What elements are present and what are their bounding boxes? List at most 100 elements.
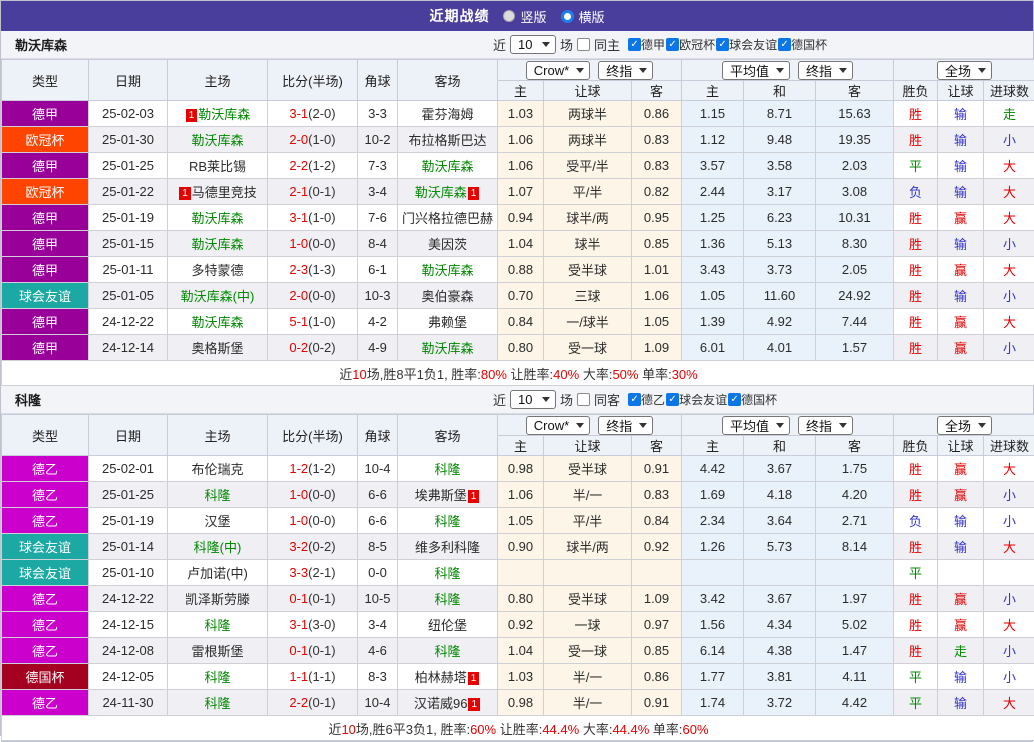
summary-text-segment: 10 (352, 367, 366, 382)
average-select[interactable]: 平均值 (722, 416, 790, 435)
filter-bar: 勒沃库森 近 10 场 同主 ✓德甲✓欧冠杯✓球会友谊✓德国杯 (1, 31, 1033, 59)
league-checkbox[interactable]: ✓ (666, 38, 679, 51)
fulltime-score: 2-0 (289, 288, 308, 303)
games-count-select[interactable]: 10 (510, 35, 556, 54)
handicap-line: 一球 (544, 612, 632, 638)
league-checkbox[interactable]: ✓ (666, 393, 679, 406)
handicap-line: 球半 (544, 231, 632, 257)
match-row: 德甲25-01-25RB莱比锡2-2(1-2)7-3勒沃库森1.06受平/半0.… (2, 153, 1034, 179)
home-team-name: 马德里竞技 (192, 185, 257, 200)
final-odds-select-average[interactable]: 终指 (798, 416, 853, 435)
score-cell: 1-0(0-0) (268, 231, 358, 257)
avg-home-odds (682, 560, 744, 586)
summary-text-segment: 44.4% (612, 722, 649, 737)
league-checkbox[interactable]: ✓ (778, 38, 791, 51)
summary-text-segment: 单率: (638, 367, 671, 382)
radio-icon[interactable] (503, 10, 515, 22)
avg-away-odds: 4.20 (816, 482, 894, 508)
summary-text: 近10场,胜8平1负1, 胜率:80% 让胜率:40% 大率:50% 单率:30… (2, 361, 1034, 386)
avg-home-odds: 4.42 (682, 456, 744, 482)
handicap-away-odds: 0.92 (632, 534, 682, 560)
handicap-result: 赢 (938, 257, 984, 283)
avg-away-odds: 8.30 (816, 231, 894, 257)
chevron-down-icon (839, 423, 847, 428)
handicap-line: 平/半 (544, 508, 632, 534)
average-select[interactable]: 平均值 (722, 61, 790, 80)
away-team-cell: 奥伯豪森 (398, 283, 498, 309)
odds-source-select[interactable]: Crow* (526, 61, 590, 80)
winlose-result: 平 (894, 690, 938, 716)
score-cell: 3-1(1-0) (268, 205, 358, 231)
final-odds-select-handicap[interactable]: 终指 (598, 61, 653, 80)
handicap-away-odds: 1.09 (632, 335, 682, 361)
league-type-cell: 球会友谊 (2, 534, 89, 560)
games-count-value: 10 (518, 392, 532, 407)
handicap-home-odds: 1.06 (498, 482, 544, 508)
match-scope-select[interactable]: 全场 (937, 416, 992, 435)
games-count-select[interactable]: 10 (510, 390, 556, 409)
radio-label: 竖版 (520, 7, 546, 26)
radio-label: 横版 (579, 7, 605, 26)
col-header-home: 主场 (168, 60, 268, 101)
average-group-header: 平均值 终指 (682, 415, 894, 436)
summary-text-segment: 40% (553, 367, 579, 382)
home-team-name: 勒沃库森 (191, 211, 243, 226)
fulltime-score: 2-1 (289, 184, 308, 199)
average-value: 平均值 (730, 416, 769, 435)
league-type-cell: 德乙 (2, 508, 89, 534)
league-checkbox[interactable]: ✓ (716, 38, 729, 51)
winlose-result: 胜 (894, 586, 938, 612)
goals-result: 大 (984, 205, 1034, 231)
fulltime-score: 2-2 (289, 695, 308, 710)
score-cell: 1-0(0-0) (268, 508, 358, 534)
league-checkbox[interactable]: ✓ (628, 38, 641, 51)
match-scope-value: 全场 (945, 61, 971, 80)
layout-option-horizontal[interactable]: 横版 (561, 7, 605, 26)
corner-count: 8-3 (358, 664, 398, 690)
handicap-result: 赢 (938, 482, 984, 508)
match-date: 25-02-03 (89, 101, 168, 127)
league-checkbox-label: 欧冠杯 (679, 36, 715, 53)
summary-text-segment: 50% (612, 367, 638, 382)
league-type-cell: 德甲 (2, 205, 89, 231)
avg-draw-odds: 3.67 (744, 456, 816, 482)
winlose-result: 胜 (894, 101, 938, 127)
layout-option-vertical[interactable]: 竖版 (503, 7, 546, 26)
league-checkbox[interactable]: ✓ (628, 393, 641, 406)
filter-bar: 科隆 近 10 场 同客 ✓德乙✓球会友谊✓德国杯 (1, 386, 1033, 414)
handicap-result: 赢 (938, 309, 984, 335)
radio-icon[interactable] (561, 10, 574, 23)
winlose-result: 胜 (894, 309, 938, 335)
away-team-cell: 科隆 (398, 586, 498, 612)
subcol-handicap-line: 让球 (544, 81, 632, 101)
match-scope-select[interactable]: 全场 (937, 61, 992, 80)
odds-source-select[interactable]: Crow* (526, 416, 590, 435)
match-date: 24-12-08 (89, 638, 168, 664)
red-card-badge: 1 (468, 698, 480, 711)
winlose-result: 胜 (894, 638, 938, 664)
avg-draw-odds: 4.34 (744, 612, 816, 638)
result-group-header: 全场 (894, 60, 1034, 81)
league-checkbox-label: 德国杯 (791, 36, 827, 53)
home-team-name: RB莱比锡 (189, 159, 246, 174)
fulltime-score: 1-2 (289, 461, 308, 476)
corner-count: 3-4 (358, 612, 398, 638)
summary-row: 近10场,胜8平1负1, 胜率:80% 让胜率:40% 大率:50% 单率:30… (2, 361, 1034, 386)
league-checkbox-label: 德国杯 (741, 391, 777, 408)
final-odds-select-average[interactable]: 终指 (798, 61, 853, 80)
league-checkbox[interactable]: ✓ (728, 393, 741, 406)
handicap-away-odds: 0.85 (632, 231, 682, 257)
goals-result: 小 (984, 127, 1034, 153)
avg-away-odds: 1.97 (816, 586, 894, 612)
chevron-down-icon (978, 423, 986, 428)
results-table: 类型 日期 主场 比分(半场) 角球 客场 Crow* 终指 平均值 终指 (1, 59, 1034, 386)
same-side-checkbox[interactable] (577, 393, 590, 406)
summary-text-segment: 60% (683, 722, 709, 737)
score-cell: 3-1(2-0) (268, 101, 358, 127)
corner-count: 10-4 (358, 456, 398, 482)
avg-home-odds: 1.69 (682, 482, 744, 508)
goals-result: 大 (984, 257, 1034, 283)
col-header-away: 客场 (398, 60, 498, 101)
same-side-checkbox[interactable] (577, 38, 590, 51)
final-odds-select-handicap[interactable]: 终指 (598, 416, 653, 435)
